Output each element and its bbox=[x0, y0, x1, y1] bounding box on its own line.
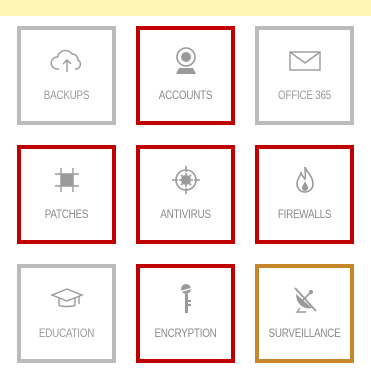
top-banner bbox=[0, 0, 371, 16]
tile-label: ANTIVIRUS bbox=[160, 209, 211, 221]
satellite-dish-icon bbox=[288, 284, 322, 314]
tile-label: OFFICE 365 bbox=[278, 90, 331, 102]
graduation-cap-icon bbox=[49, 284, 84, 314]
tile-antivirus[interactable]: ANTIVIRUS bbox=[136, 145, 235, 244]
webcam-icon bbox=[169, 46, 203, 76]
tile-encryption[interactable]: ENCRYPTION bbox=[136, 264, 235, 363]
key-icon bbox=[169, 284, 203, 314]
cloud-upload-icon bbox=[50, 46, 84, 76]
tile-accounts[interactable]: ACCOUNTS bbox=[136, 26, 235, 125]
tile-education[interactable]: EDUCATION bbox=[17, 264, 116, 363]
tile-label: PATCHES bbox=[44, 209, 89, 221]
tile-label: SURVEILLANCE bbox=[268, 328, 341, 340]
tile-surveillance[interactable]: SURVEILLANCE bbox=[255, 264, 354, 363]
flame-icon bbox=[288, 165, 322, 195]
tile-office-365[interactable]: OFFICE 365 bbox=[255, 26, 354, 125]
tile-label: ACCOUNTS bbox=[158, 90, 213, 102]
tile-label: BACKUPS bbox=[43, 90, 90, 102]
tile-label: FIREWALLS bbox=[277, 209, 332, 221]
tile-label: EDUCATION bbox=[38, 328, 95, 340]
patch-icon bbox=[50, 165, 84, 195]
envelope-icon bbox=[288, 46, 322, 76]
tile-patches[interactable]: PATCHES bbox=[17, 145, 116, 244]
tile-firewalls[interactable]: FIREWALLS bbox=[255, 145, 354, 244]
virus-target-icon bbox=[169, 165, 203, 195]
tile-label: ENCRYPTION bbox=[154, 328, 217, 340]
services-panel: BACKUPS ACCOUNTS OFFICE 365 PATCHES ANTI… bbox=[0, 16, 371, 373]
tile-backups[interactable]: BACKUPS bbox=[17, 26, 116, 125]
